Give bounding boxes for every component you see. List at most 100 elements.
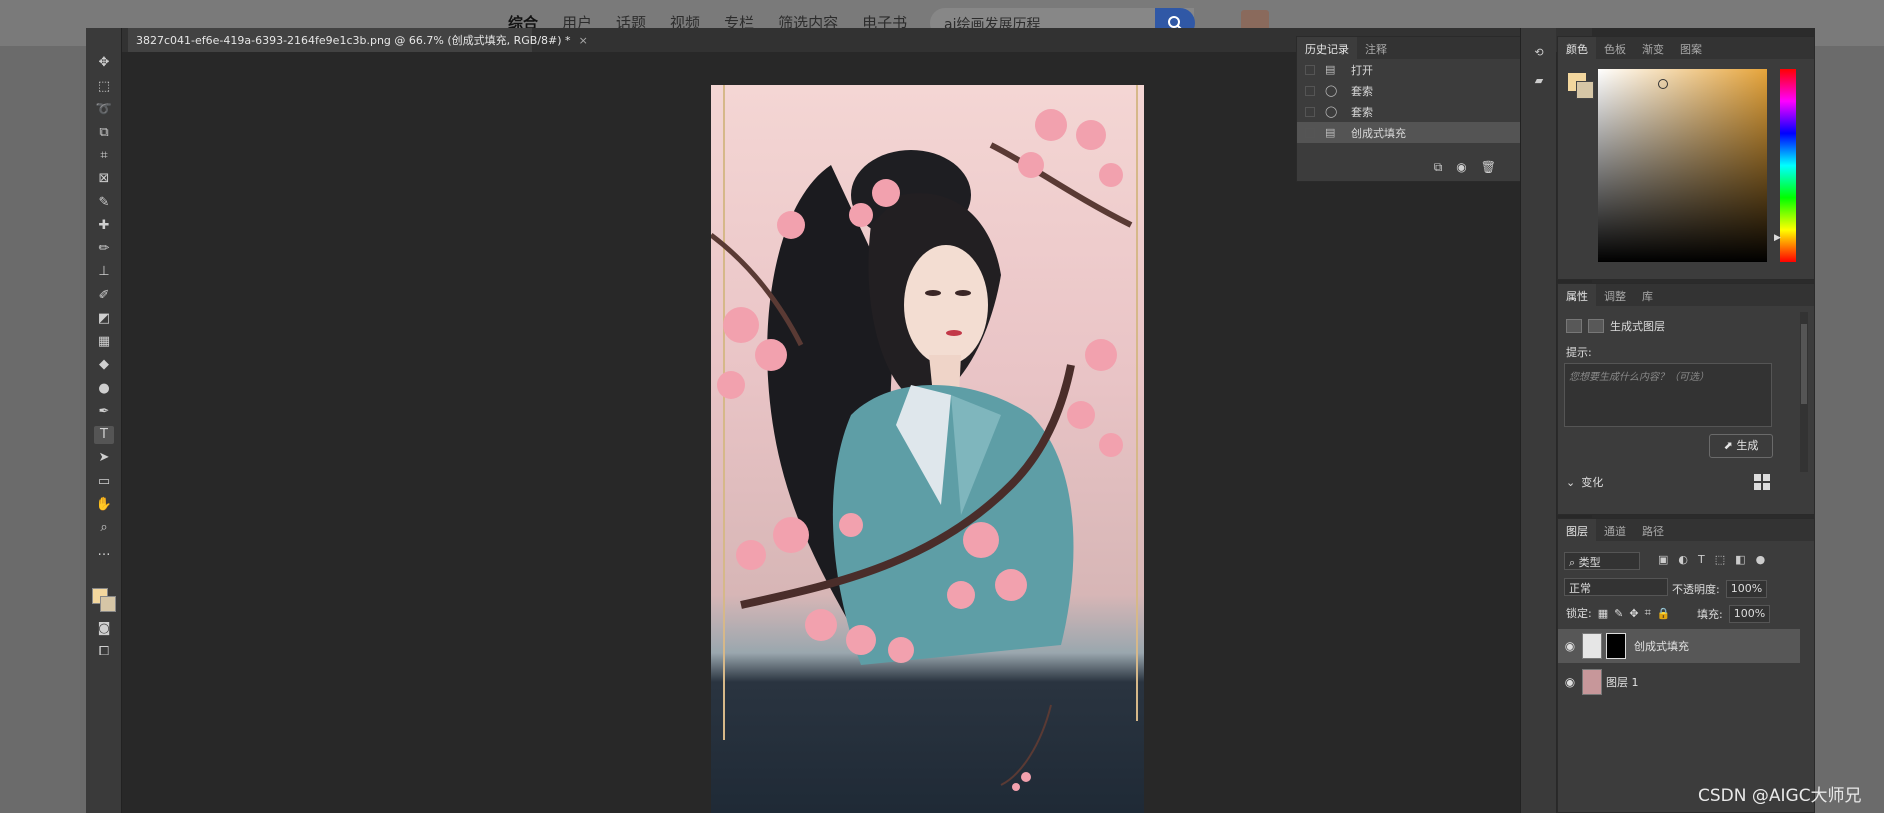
generate-button[interactable]: ⬈ 生成 [1709,434,1773,458]
type-filter-icon[interactable]: T [1698,553,1705,566]
tab-patterns[interactable]: 图案 [1672,37,1710,59]
mask-icon [1588,319,1604,333]
tab-adjustments[interactable]: 调整 [1596,284,1634,306]
comments-icon[interactable]: ▰ [1529,74,1549,92]
eraser-tool-icon[interactable]: ◩ [94,310,114,328]
crop-tool-icon[interactable]: ⌗ [94,147,114,165]
snapshot-checkbox[interactable] [1305,64,1315,75]
variations-label: 变化 [1581,476,1604,489]
layer-thumbnail [1582,633,1602,659]
hue-slider-marker[interactable]: ▶ [1774,233,1781,243]
tab-notes[interactable]: 注释 [1357,37,1395,59]
history-item[interactable]: ◯ 套索 [1297,101,1520,122]
lock-transparency-icon[interactable]: ▦ [1598,607,1608,620]
layer-filter-value: 类型 [1578,556,1601,569]
image-filter-icon[interactable]: ▣ [1658,553,1668,566]
history-item[interactable]: ▤ 打开 [1297,59,1520,80]
tab-libraries[interactable]: 库 [1634,284,1661,306]
lasso-icon: ◯ [1325,105,1338,118]
chevron-down-icon[interactable]: ⌄ [1566,476,1575,489]
blur-tool-icon[interactable]: ◆ [94,356,114,374]
lock-artboard-icon[interactable]: ⌗ [1645,606,1651,620]
layer-row[interactable]: ◉ 创成式填充 [1558,629,1800,663]
search-icon: ⌕ [1569,556,1579,569]
type-tool-icon[interactable]: T [94,426,114,444]
history-item-label: 套索 [1351,105,1373,119]
trash-icon[interactable]: 🗑 [1481,160,1496,175]
lock-all-icon[interactable]: 🔒 [1657,607,1671,620]
tab-channels[interactable]: 通道 [1596,519,1634,541]
tab-gradients[interactable]: 渐变 [1634,37,1672,59]
snapshot-checkbox[interactable] [1305,85,1315,96]
new-document-from-state-icon[interactable]: ⧉ [1434,160,1443,175]
color-picker-cursor[interactable] [1658,79,1668,89]
tab-swatches[interactable]: 色板 [1596,37,1634,59]
gradient-tool-icon[interactable]: ▦ [94,333,114,351]
dodge-tool-icon[interactable]: ● [94,380,114,398]
tab-properties[interactable]: 属性 [1558,284,1596,306]
opacity-label: 不透明度: [1672,583,1720,596]
history-item-label: 打开 [1351,63,1373,77]
more-tools-icon[interactable]: … [94,543,114,561]
snapshot-checkbox[interactable] [1305,106,1315,117]
eyedropper-tool-icon[interactable]: ✎ [94,194,114,212]
quick-mask-icon[interactable]: ◙ [94,620,114,638]
shape-filter-icon[interactable]: ⬚ [1715,553,1725,566]
tab-paths[interactable]: 路径 [1634,519,1672,541]
lock-position-icon[interactable]: ✥ [1629,607,1638,620]
filter-toggle-icon[interactable]: ● [1756,553,1766,566]
object-select-tool-icon[interactable]: ⧉ [94,124,114,142]
pen-tool-icon[interactable]: ✒ [94,403,114,421]
document-icon: ▤ [1325,126,1336,139]
healing-brush-tool-icon[interactable]: ✚ [94,217,114,235]
move-tool-icon[interactable]: ✥ [94,54,114,72]
eye-icon[interactable]: ◉ [1558,639,1582,653]
zoom-tool-icon[interactable]: ⌕ [94,519,114,537]
grid-view-icon[interactable] [1754,474,1770,490]
history-panel: 历史记录 注释 ▤ 打开 ◯ 套索 ◯ 套索 ▤ 创成式填充 ⧉ ◉ 🗑 [1296,36,1521,182]
blend-mode-select[interactable]: 正常 [1564,578,1668,596]
path-select-tool-icon[interactable]: ➤ [94,449,114,467]
adjustment-filter-icon[interactable]: ◐ [1678,553,1688,566]
color-picker-field[interactable] [1598,69,1767,262]
tab-layers[interactable]: 图层 [1558,519,1596,541]
lasso-tool-icon[interactable]: ➰ [94,101,114,119]
lock-label: 锁定: [1566,607,1592,620]
frame-tool-icon[interactable]: ⊠ [94,170,114,188]
brush-tool-icon[interactable]: ✏ [94,240,114,258]
fill-input[interactable]: 100% [1728,605,1771,623]
eye-icon[interactable]: ◉ [1558,675,1582,689]
watermark: CSDN @AIGC大师兄 [1698,786,1862,806]
snapshot-checkbox[interactable] [1305,127,1315,138]
layer-filter-select[interactable]: ⌕ 类型 [1564,552,1640,570]
layer-name: 创成式填充 [1634,640,1689,653]
hue-slider[interactable] [1780,69,1796,262]
opacity-input[interactable]: 100% [1725,580,1768,598]
document-tab[interactable]: 3827c041-ef6e-419a-6393-2164fe9e1c3b.png… [128,28,588,52]
color-panel: 颜色 色板 渐变 图案 ▶ [1557,36,1815,280]
snapshot-camera-icon[interactable]: ◉ [1456,160,1466,175]
properties-scrollbar-thumb[interactable] [1801,324,1807,404]
layer-mask-thumbnail[interactable] [1606,633,1626,659]
history-brush-tool-icon[interactable]: ✐ [94,287,114,305]
close-icon[interactable]: × [579,34,588,47]
screen-mode-icon[interactable]: ⧠ [94,643,114,661]
marquee-tool-icon[interactable]: ⬚ [94,78,114,96]
tab-history[interactable]: 历史记录 [1297,37,1357,59]
tools-toolbar: ✥ ⬚ ➰ ⧉ ⌗ ⊠ ✎ ✚ ✏ ⊥ ✐ ◩ ▦ ◆ ● ✒ T ➤ ▭ ✋ … [86,28,122,813]
background-color-swatch[interactable] [100,596,116,612]
smart-object-filter-icon[interactable]: ◧ [1735,553,1745,566]
background-color-chip[interactable] [1576,81,1594,99]
properties-scrollbar[interactable] [1800,312,1808,472]
history-panel-icon[interactable]: ⟲ [1529,46,1549,64]
tab-color[interactable]: 颜色 [1558,37,1596,59]
layer-row[interactable]: ◉ 图层 1 [1558,665,1800,699]
history-item[interactable]: ◯ 套索 [1297,80,1520,101]
layer-thumbnail [1582,669,1602,695]
hand-tool-icon[interactable]: ✋ [94,496,114,514]
stamp-tool-icon[interactable]: ⊥ [94,263,114,281]
prompt-input[interactable]: 您想要生成什么内容？（可选） [1564,363,1772,427]
history-item-current[interactable]: ▤ 创成式填充 [1297,122,1520,143]
rectangle-tool-icon[interactable]: ▭ [94,473,114,491]
lock-pixels-icon[interactable]: ✎ [1614,607,1623,620]
